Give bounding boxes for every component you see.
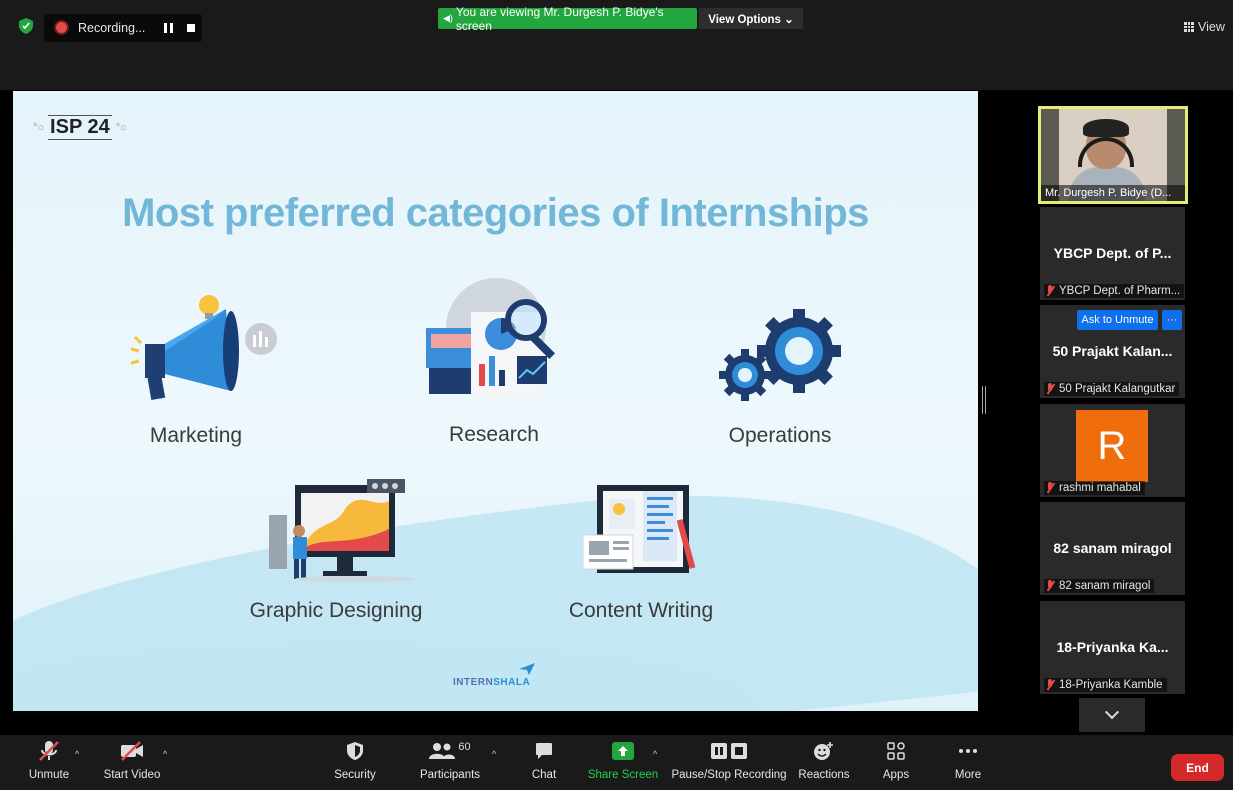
megaphone-icon: [131, 295, 277, 401]
pause-stop-recording-button[interactable]: Pause/Stop Recording: [671, 735, 787, 790]
shared-screen: °○ ISP 24 °○ Most preferred categories o…: [13, 91, 978, 711]
category-graphic-designing: Graphic Designing: [249, 599, 423, 622]
muted-mic-icon: [1045, 580, 1055, 592]
gears-icon: [719, 309, 841, 401]
unmute-button[interactable]: Unmute: [24, 735, 74, 790]
participants-icon: [429, 743, 456, 759]
participant-name-label: 18-Priyanka Kamble: [1044, 678, 1167, 692]
scroll-participants-down-button[interactable]: [1079, 698, 1145, 732]
view-label: View: [1198, 20, 1225, 34]
apps-button[interactable]: Apps: [878, 735, 914, 790]
isp-logo: °○ ISP 24 °○: [33, 115, 127, 140]
participant-name-label: rashmi mahabal: [1044, 481, 1145, 495]
meeting-toolbar: Unmute ^ Start Video ^ Security 60 Parti…: [0, 735, 1233, 790]
share-screen-button[interactable]: Share Screen: [588, 735, 658, 790]
participant-tile[interactable]: 82 sanam miragol 82 sanam miragol: [1040, 502, 1185, 595]
grid-view-icon: [1184, 22, 1194, 32]
participant-display-name: 82 sanam miragol: [1053, 540, 1172, 556]
video-off-icon: [121, 741, 143, 761]
participant-tile[interactable]: 18-Priyanka Ka... 18-Priyanka Kamble: [1040, 601, 1185, 694]
panel-resize-handle[interactable]: [982, 386, 986, 414]
view-button[interactable]: View: [1184, 20, 1225, 34]
more-button[interactable]: More: [950, 735, 986, 790]
research-illustration: [426, 278, 556, 398]
viewing-banner: ◀) You are viewing Mr. Durgesh P. Bidye'…: [438, 5, 697, 33]
participant-display-name: 50 Prajakt Kalan...: [1052, 343, 1173, 359]
isp-logo-text: ISP 24: [48, 115, 112, 140]
apps-icon: [887, 742, 905, 760]
chevron-down-icon: [1104, 705, 1120, 720]
recording-indicator: Recording...: [44, 14, 202, 42]
pause-icon: [711, 743, 727, 759]
participant-more-button[interactable]: ···: [1162, 310, 1182, 330]
internshala-logo: INTERNSHALA: [453, 677, 531, 688]
share-options-caret[interactable]: ^: [653, 749, 657, 759]
top-bar: Recording... ◀) You are viewing Mr. Durg…: [0, 0, 1233, 90]
muted-mic-icon: [1045, 679, 1055, 691]
content-writing-illustration: [583, 485, 696, 573]
audio-options-caret[interactable]: ^: [75, 749, 79, 759]
muted-mic-icon: [39, 741, 59, 761]
muted-mic-icon: [1045, 482, 1055, 494]
recording-dot-icon: [56, 22, 67, 33]
security-button[interactable]: Security: [332, 735, 378, 790]
ask-to-unmute-button[interactable]: Ask to Unmute: [1077, 310, 1158, 330]
participants-button[interactable]: 60 Participants: [418, 735, 482, 790]
participant-tile[interactable]: YBCP Dept. of P... YBCP Dept. of Pharm..…: [1040, 207, 1185, 300]
participant-name-label: 50 Prajakt Kalangutkar: [1044, 382, 1180, 396]
participant-display-name: 18-Priyanka Ka...: [1056, 639, 1169, 655]
paper-plane-icon: [519, 663, 535, 675]
muted-mic-icon: [1045, 383, 1055, 395]
category-content-writing: Content Writing: [568, 599, 714, 622]
security-shield-icon[interactable]: [19, 18, 33, 34]
shield-icon: [347, 742, 363, 760]
stop-icon: [731, 743, 747, 759]
chat-button[interactable]: Chat: [528, 735, 560, 790]
category-research: Research: [449, 423, 539, 446]
participant-name-label: YBCP Dept. of Pharm...: [1044, 284, 1185, 298]
slide-title: Most preferred categories of Internships: [122, 191, 869, 235]
category-marketing: Marketing: [149, 424, 243, 447]
participant-display-name: YBCP Dept. of P...: [1053, 245, 1172, 261]
muted-mic-icon: [1045, 285, 1055, 297]
graphic-design-illustration: [269, 479, 415, 582]
video-options-caret[interactable]: ^: [163, 749, 167, 759]
more-dots-icon: [959, 749, 977, 753]
category-operations: Operations: [728, 424, 832, 447]
stop-recording-icon[interactable]: [187, 24, 195, 32]
avatar: R: [1076, 410, 1148, 482]
reactions-button[interactable]: Reactions: [798, 735, 850, 790]
start-video-button[interactable]: Start Video: [100, 735, 164, 790]
participants-count: 60: [458, 741, 471, 753]
reactions-smiley-icon: [814, 742, 833, 760]
active-speaker-video[interactable]: Mr. Durgesh P. Bidye (D...: [1038, 106, 1188, 204]
participant-tile[interactable]: R rashmi mahabal: [1040, 404, 1185, 497]
end-meeting-button[interactable]: End: [1171, 754, 1224, 781]
view-options-button[interactable]: View Options ⌄: [699, 8, 803, 29]
pause-recording-icon[interactable]: [164, 23, 173, 33]
viewing-banner-text: You are viewing Mr. Durgesh P. Bidye's s…: [455, 4, 664, 33]
participants-options-caret[interactable]: ^: [492, 749, 496, 759]
chat-icon: [536, 743, 552, 759]
participant-name-label: 82 sanam miragol: [1044, 579, 1155, 593]
speaker-icon: ◀): [443, 13, 453, 23]
share-screen-icon: [612, 742, 634, 760]
speaker-name: Mr. Durgesh P. Bidye (D...: [1041, 185, 1185, 201]
recording-label: Recording...: [78, 21, 146, 35]
